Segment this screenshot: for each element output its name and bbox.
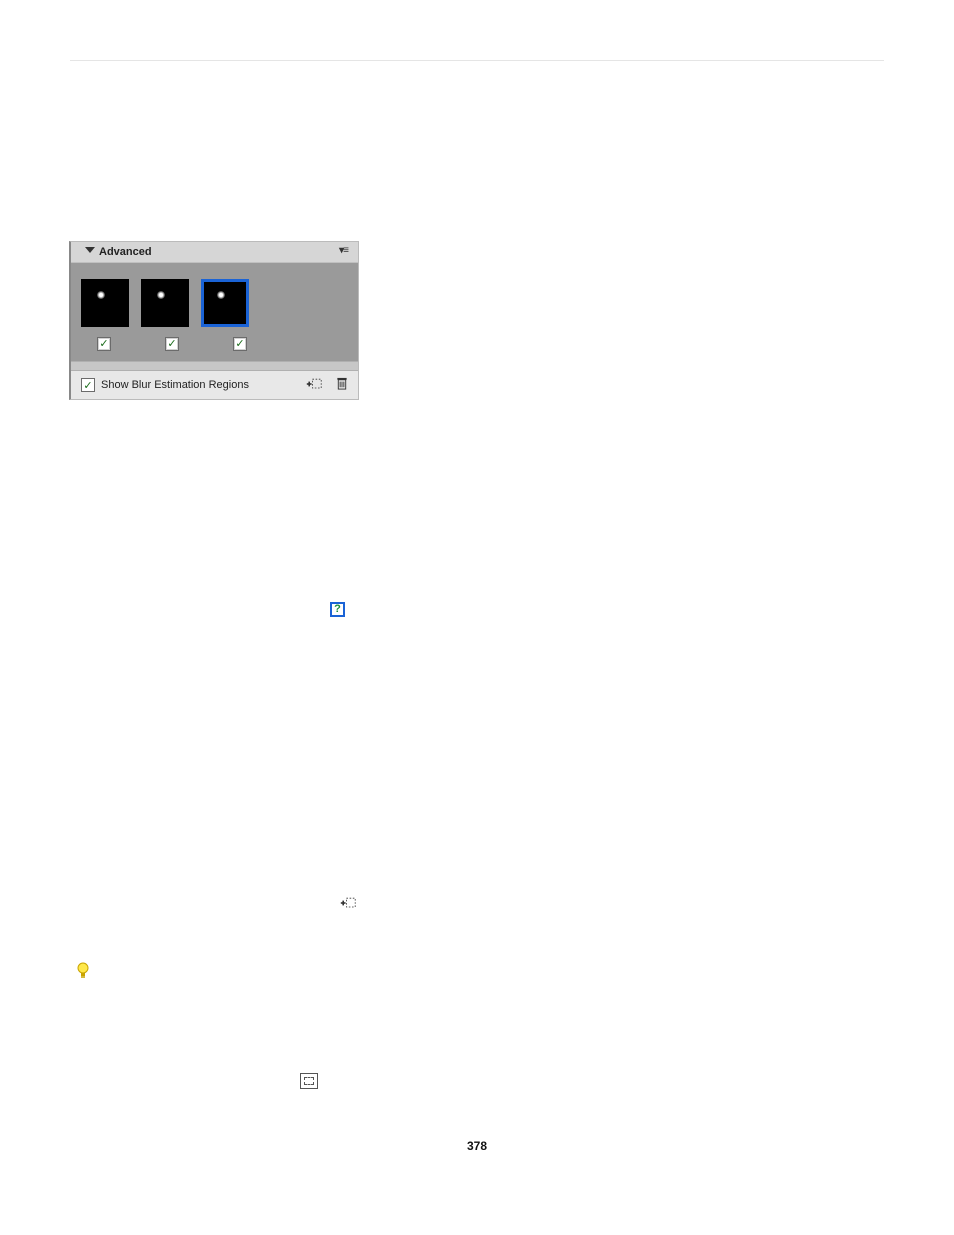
thumbnail-checkbox[interactable]: ✓ <box>97 337 111 351</box>
tip-block <box>76 962 884 983</box>
panel-divider <box>71 361 358 371</box>
crop-icon-inline <box>300 1073 318 1089</box>
page-number: 378 <box>70 1139 884 1153</box>
help-icon-inline: ? <box>330 602 345 617</box>
show-blur-checkbox[interactable]: ✓ <box>81 378 95 392</box>
thumbnail-checks: ✓ ✓ ✓ <box>81 337 348 351</box>
check-icon: ✓ <box>167 339 176 350</box>
thumbnail-checkbox[interactable]: ✓ <box>165 337 179 351</box>
help-icon[interactable]: ? <box>330 602 345 617</box>
delete-blur-trace-icon[interactable] <box>336 377 348 393</box>
check-icon: ✓ <box>83 379 92 392</box>
crop-icon <box>300 1073 318 1089</box>
add-blur-trace-icon <box>340 897 356 912</box>
blur-trace-thumbnail-selected[interactable] <box>201 279 249 327</box>
thumbnail-checkbox[interactable]: ✓ <box>233 337 247 351</box>
thumbnails-area: ✓ ✓ ✓ <box>71 263 358 361</box>
flyout-menu-icon[interactable]: ▾≡ <box>339 245 348 256</box>
lightbulb-icon <box>76 962 90 980</box>
check-icon: ✓ <box>235 339 244 350</box>
disclosure-triangle-icon[interactable] <box>85 247 95 253</box>
advanced-panel: Advanced ▾≡ ✓ ✓ ✓ ✓ Show Blur Estimation… <box>69 241 359 400</box>
panel-title: Advanced <box>99 246 152 258</box>
check-icon: ✓ <box>99 339 108 350</box>
thumbnail-row <box>81 279 348 327</box>
panel-header[interactable]: Advanced ▾≡ <box>71 242 358 263</box>
add-blur-trace-icon[interactable] <box>306 378 322 393</box>
blur-trace-thumbnail[interactable] <box>81 279 129 327</box>
divider <box>70 60 884 61</box>
add-region-icon-inline <box>340 897 884 912</box>
blur-trace-thumbnail[interactable] <box>141 279 189 327</box>
panel-footer: ✓ Show Blur Estimation Regions <box>71 371 358 399</box>
show-blur-label: Show Blur Estimation Regions <box>101 379 249 391</box>
question-mark: ? <box>334 603 341 615</box>
